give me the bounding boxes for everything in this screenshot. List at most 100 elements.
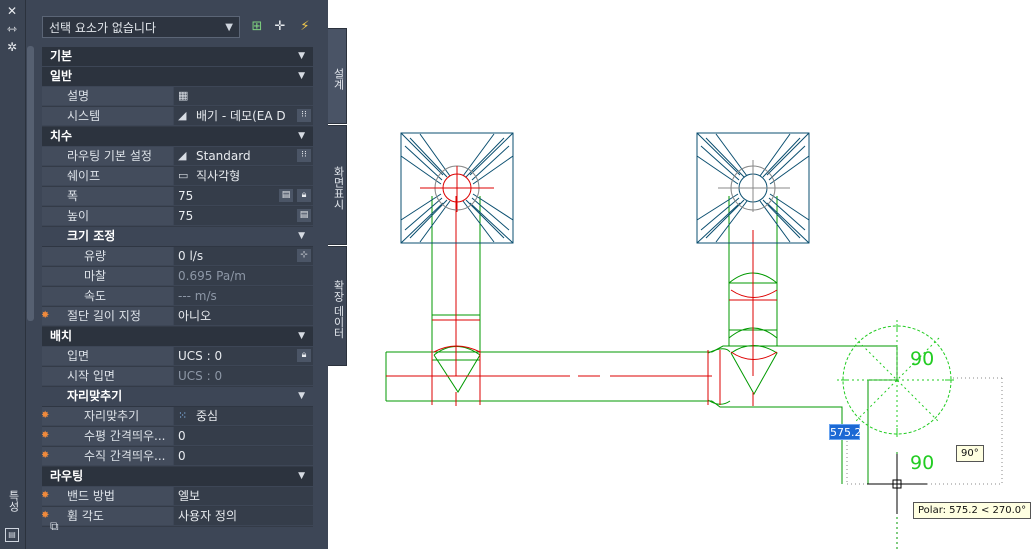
prop-value: 0: [178, 449, 186, 463]
prop-value: 0: [178, 429, 186, 443]
unsaved-star-icon: ✸: [42, 430, 50, 441]
prop-system[interactable]: 시스템 ◢ 배기 - 데모(EA D ⁝⁝: [42, 107, 313, 127]
palette-title: 특성: [7, 490, 20, 512]
justify-center-icon[interactable]: ⁙: [178, 407, 187, 425]
palette-toolbar: 선택 요소가 없습니다 ▼ ⊞ ✛ ⚡: [42, 16, 322, 40]
prop-label: 폭: [67, 189, 79, 203]
prop-label: 마찰: [84, 269, 107, 283]
prop-label: 수직 간격띄우...: [84, 449, 166, 463]
prop-label: 자리맞추기: [84, 409, 140, 423]
category-layout[interactable]: 배치 ▼: [42, 327, 313, 347]
properties-palette: ✕ ⇿ ✲ 특성 ▤ 선택 요소가 없습니다 ▼ ⊞ ✛ ⚡ 기본 ▼ 일반 ▼…: [0, 0, 347, 549]
calculator-icon[interactable]: ⊹: [297, 249, 311, 262]
browse-icon[interactable]: ⁝⁝: [297, 149, 311, 162]
unsaved-star-icon: ✸: [42, 410, 50, 421]
category-label: 일반: [50, 69, 73, 83]
palette-title-strip[interactable]: ✕ ⇿ ✲ 특성 ▤: [0, 0, 26, 549]
compass-label-90-top: 90: [910, 348, 934, 370]
tab-label: 설계: [332, 68, 345, 90]
prop-friction[interactable]: 마찰 0.695 Pa/m: [42, 267, 313, 287]
prop-flow[interactable]: 유량 0 l/s ⊹: [42, 247, 313, 267]
palette-menu-icon[interactable]: ▤: [5, 528, 19, 542]
chevron-down-icon: ▼: [298, 131, 305, 141]
select-objects-icon[interactable]: ✛: [271, 17, 289, 37]
catalog-icon[interactable]: ▤: [297, 209, 311, 222]
prop-label: 입면: [67, 349, 90, 363]
compass-label-90-bottom: 90: [910, 452, 934, 474]
palette-scrollbar[interactable]: [27, 46, 34, 321]
properties-gear-icon[interactable]: ✲: [4, 40, 20, 54]
catalog-icon[interactable]: ▤: [279, 189, 293, 202]
prop-vertical-offset[interactable]: ✸ 수직 간격띄우... 0: [42, 447, 313, 467]
prop-routing-preference[interactable]: 라우팅 기본 설정 ◢ Standard ⁝⁝: [42, 147, 313, 167]
dynamic-input-distance[interactable]: 575.2: [829, 424, 862, 440]
prop-value: 사용자 정의: [178, 509, 238, 523]
description-icon[interactable]: ▦: [178, 87, 188, 105]
prop-velocity[interactable]: 속도 --- m/s: [42, 287, 313, 307]
prop-label: 설명: [67, 89, 90, 103]
prop-value: 엘보: [178, 489, 201, 503]
tab-extended-data[interactable]: 확장 데이터: [328, 246, 347, 366]
auto-hide-icon[interactable]: ⇿: [4, 22, 20, 36]
subcategory-sizing[interactable]: 크기 조정 ▼: [42, 227, 313, 247]
prop-value: 75: [178, 209, 194, 223]
prop-cut-length[interactable]: ✸ 절단 길이 지정 아니오: [42, 307, 313, 327]
subcategory-justification[interactable]: 자리맞추기 ▼: [42, 387, 313, 407]
selection-dropdown[interactable]: 선택 요소가 없습니다 ▼: [42, 16, 240, 38]
prop-label: 밴드 방법: [67, 489, 115, 503]
chevron-down-icon: ▼: [298, 471, 305, 481]
category-general[interactable]: 일반 ▼: [42, 67, 313, 87]
prop-bend-method[interactable]: ✸ 밴드 방법 엘보: [42, 487, 313, 507]
prop-start-elevation[interactable]: 시작 입면 UCS : 0: [42, 367, 313, 387]
prop-value: --- m/s: [178, 289, 217, 303]
unsaved-star-icon: ✸: [42, 490, 50, 501]
prop-value: 중심: [196, 409, 219, 423]
prop-label: 속도: [84, 289, 107, 303]
unsaved-star-icon: ✸: [42, 310, 50, 321]
prop-label: 유량: [84, 249, 107, 263]
prop-label: 쉐이프: [67, 169, 101, 183]
prop-value: UCS : 0: [178, 369, 223, 383]
unsaved-star-icon: ✸: [42, 450, 50, 461]
category-basic[interactable]: 기본 ▼: [42, 47, 313, 67]
unsaved-star-icon: ✸: [42, 510, 50, 521]
prop-bend-angle[interactable]: ✸ 휨 각도 사용자 정의: [42, 507, 313, 527]
prop-label: 시스템: [67, 109, 101, 123]
prop-height[interactable]: 높이 75 ▤: [42, 207, 313, 227]
diffuser-left-center: [420, 166, 494, 212]
tab-display[interactable]: 화면표시: [328, 125, 347, 245]
prop-shape[interactable]: 쉐이프 ▭ 직사각형: [42, 167, 313, 187]
category-dimensions[interactable]: 치수 ▼: [42, 127, 313, 147]
prop-horizontal-offset[interactable]: ✸ 수평 간격띄우... 0: [42, 427, 313, 447]
prop-label: 수평 간격띄우...: [84, 429, 166, 443]
browse-icon[interactable]: ⁝⁝: [297, 109, 311, 122]
selection-dropdown-value: 선택 요소가 없습니다: [49, 21, 156, 35]
quick-select-icon[interactable]: ⚡: [296, 17, 314, 37]
chevron-down-icon: ▼: [298, 71, 305, 81]
subcategory-label: 크기 조정: [67, 229, 116, 243]
tab-design[interactable]: 설계: [328, 28, 347, 124]
lock-icon[interactable]: 🔒︎: [297, 349, 311, 362]
style-settings-icon[interactable]: ⧉: [50, 520, 64, 532]
prop-description[interactable]: 설명 ▦: [42, 87, 313, 107]
chevron-down-icon: ▼: [298, 231, 305, 241]
lock-icon[interactable]: 🔒︎: [297, 189, 311, 202]
duct-centerlines: [386, 196, 778, 406]
routing-pref-icon: ◢: [178, 149, 187, 162]
category-label: 기본: [50, 49, 73, 63]
diffuser-right: [696, 132, 810, 244]
prop-label: 절단 길이 지정: [67, 309, 141, 323]
prop-width[interactable]: 폭 75 ▤ 🔒︎: [42, 187, 313, 207]
prop-elevation[interactable]: 입면 UCS : 0 🔒︎: [42, 347, 313, 367]
polar-tooltip: Polar: 575.2 < 270.0°: [913, 502, 1032, 519]
category-label: 라우팅: [50, 469, 84, 483]
category-label: 치수: [50, 129, 73, 143]
prop-value: UCS : 0: [178, 349, 223, 363]
close-icon[interactable]: ✕: [4, 4, 20, 18]
angle-tooltip: 90°: [956, 445, 984, 462]
prop-value: Standard: [196, 149, 251, 163]
prop-justify[interactable]: ✸ 자리맞추기 ⁙ 중심: [42, 407, 313, 427]
toggle-pickadd-icon[interactable]: ⊞: [248, 17, 266, 37]
prop-label: 휨 각도: [67, 509, 104, 523]
category-routing[interactable]: 라우팅 ▼: [42, 467, 313, 487]
